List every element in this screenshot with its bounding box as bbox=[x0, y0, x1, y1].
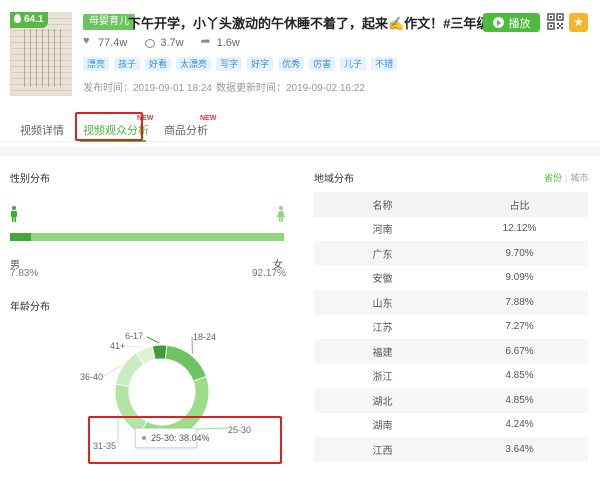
region-pct: 4.24% bbox=[505, 419, 534, 431]
section-divider bbox=[0, 147, 600, 156]
tag-item[interactable]: 好字 bbox=[247, 57, 274, 71]
comments-stat: 3.7w bbox=[145, 37, 184, 49]
region-name: 安徽 bbox=[372, 274, 393, 286]
region-name: 湖北 bbox=[314, 388, 451, 413]
leader-line bbox=[146, 336, 160, 344]
age-label-6-17: 6-17 bbox=[125, 331, 144, 341]
region-pct: 3.64% bbox=[451, 437, 588, 462]
region-table: 名称 占比 河南 12.12% 广东 9.70% 安徽 9.09% 山东 7.88% 江… bbox=[314, 192, 588, 462]
table-row: 山东 7.88% bbox=[314, 290, 588, 315]
table-header-row: 名称 占比 bbox=[314, 192, 588, 217]
tab-goods-analysis[interactable]: 商品分析 bbox=[164, 122, 208, 138]
table-row: 江苏 7.27% bbox=[314, 315, 588, 340]
age-label-36-40: 36-40 bbox=[80, 372, 104, 382]
tag-item[interactable]: 优秀 bbox=[278, 57, 305, 71]
region-pct: 4.85% bbox=[505, 370, 534, 382]
tab-video-detail[interactable]: 视频详情 bbox=[20, 122, 64, 138]
play-icon bbox=[492, 17, 504, 28]
shares-count: 1.6w bbox=[216, 37, 240, 49]
region-title: 地域分布 bbox=[314, 174, 354, 185]
update-time: 数据更新时间：2019-09-02 16:22 bbox=[215, 83, 365, 94]
publish-time: 发布时间：2019-09-01 18:24 bbox=[83, 83, 212, 94]
table-row: 河南 12.12% bbox=[314, 217, 588, 242]
region-name: 福建 bbox=[314, 339, 451, 364]
male-icon bbox=[11, 206, 17, 222]
col-name-header: 名称 bbox=[314, 192, 451, 217]
region-name: 河南 bbox=[372, 225, 393, 237]
score-badge: 64.1 bbox=[10, 12, 49, 28]
region-pct: 12.12% bbox=[502, 223, 537, 235]
table-row: 江西 3.64% bbox=[314, 437, 588, 462]
tag-item[interactable]: 儿子 bbox=[340, 57, 367, 71]
tag-item[interactable]: 厉害 bbox=[309, 57, 336, 71]
comments-count: 3.7w bbox=[160, 37, 184, 49]
highlight-box-tab bbox=[75, 112, 143, 141]
gender-bar bbox=[10, 233, 284, 241]
age-label-18-24: 18-24 bbox=[193, 332, 217, 342]
region-name: 江西 bbox=[314, 437, 451, 462]
score-value: 64.1 bbox=[24, 14, 44, 25]
region-pct: 7.88% bbox=[451, 290, 588, 315]
toggle-separator: | bbox=[565, 173, 568, 183]
tag-item[interactable]: 写字 bbox=[216, 57, 243, 71]
age-label-41plus: 41+ bbox=[110, 341, 126, 351]
new-badge: NEW bbox=[200, 115, 217, 122]
col-pct-header: 占比 bbox=[451, 192, 588, 217]
region-name: 江苏 bbox=[372, 323, 393, 335]
region-name: 广东 bbox=[314, 241, 451, 266]
toggle-city[interactable]: 城市 bbox=[570, 173, 588, 183]
likes-count: 77.4w bbox=[98, 37, 128, 49]
qr-code-icon[interactable] bbox=[547, 13, 564, 30]
highlight-box-age bbox=[88, 416, 282, 464]
male-bar-fill bbox=[10, 233, 32, 241]
tag-item[interactable]: 太漂亮 bbox=[176, 57, 212, 71]
region-name: 湖南 bbox=[372, 421, 393, 433]
age-slice-18-24[interactable] bbox=[164, 344, 208, 382]
flame-icon bbox=[14, 14, 21, 23]
table-row: 安徽 9.09% bbox=[314, 266, 588, 291]
table-row: 福建 6.67% bbox=[314, 339, 588, 364]
female-icon bbox=[277, 206, 285, 222]
toggle-province[interactable]: 省份 bbox=[544, 173, 562, 183]
favorite-star-icon[interactable]: ★ bbox=[569, 13, 588, 32]
table-row: 湖南 4.24% bbox=[314, 413, 588, 438]
tag-item[interactable]: 孩子 bbox=[114, 57, 141, 71]
table-row: 广东 9.70% bbox=[314, 241, 588, 266]
likes-stat: 77.4w bbox=[83, 35, 128, 49]
region-pct: 9.70% bbox=[451, 241, 588, 266]
time-info: 发布时间：2019-09-01 18:24 数据更新时间：2019-09-02 … bbox=[83, 79, 365, 94]
region-pct: 9.09% bbox=[505, 272, 534, 284]
tag-list: 漂亮 孩子 好看 太漂亮 写字 好字 优秀 厉害 儿子 不错 bbox=[83, 57, 398, 71]
tag-item[interactable]: 不错 bbox=[371, 57, 398, 71]
comment-icon bbox=[145, 38, 156, 48]
region-pct: 6.67% bbox=[451, 339, 588, 364]
video-stats: 77.4w 3.7w 1.6w bbox=[83, 34, 240, 49]
region-pct: 4.85% bbox=[451, 388, 588, 413]
video-title[interactable]: 下午开学，小丫头激动的午休睡不着了，起来✍️作文！#三年级 bbox=[128, 13, 489, 32]
region-toggle: 省份 | 城市 bbox=[544, 171, 588, 184]
table-row: 湖北 4.85% bbox=[314, 388, 588, 413]
tag-item[interactable]: 漂亮 bbox=[83, 57, 110, 71]
play-button[interactable]: 播放 bbox=[483, 13, 540, 32]
gender-title: 性别分布 bbox=[10, 174, 50, 185]
tag-item[interactable]: 好看 bbox=[145, 57, 172, 71]
region-name: 山东 bbox=[314, 290, 451, 315]
heart-icon bbox=[83, 35, 93, 48]
table-row: 浙江 4.85% bbox=[314, 364, 588, 389]
male-percent: 7.83% bbox=[10, 268, 39, 279]
share-icon bbox=[201, 34, 212, 48]
region-pct: 7.27% bbox=[505, 321, 534, 333]
shares-stat: 1.6w bbox=[201, 34, 240, 49]
play-label: 播放 bbox=[508, 17, 531, 30]
female-percent: 92.17% bbox=[252, 268, 286, 279]
region-name: 浙江 bbox=[372, 372, 393, 384]
